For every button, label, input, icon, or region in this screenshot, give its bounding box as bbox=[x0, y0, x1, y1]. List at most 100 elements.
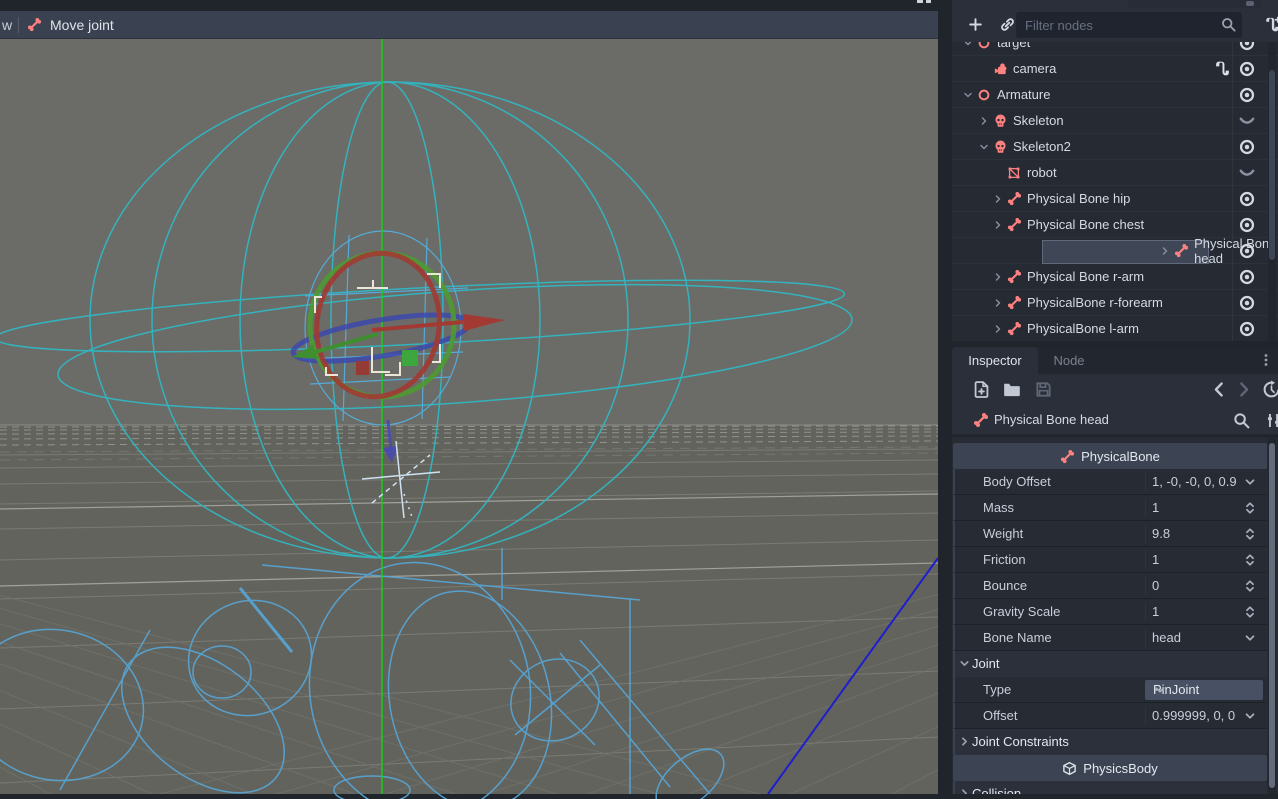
tree-row-armature[interactable]: Armature bbox=[952, 82, 1278, 108]
property-row-mass[interactable]: Mass 1 bbox=[953, 495, 1267, 521]
chevron-right-icon[interactable] bbox=[990, 269, 1006, 285]
joint-gizmo[interactable] bbox=[290, 244, 505, 407]
chevron-down-icon[interactable] bbox=[1243, 475, 1257, 489]
viewport-toolbar: w Move joint bbox=[0, 11, 938, 39]
bone-icon bbox=[27, 17, 42, 32]
bone-icon bbox=[1060, 449, 1075, 464]
property-row-joint-type[interactable]: Type PinJoint bbox=[953, 677, 1267, 703]
property-value[interactable]: 1 bbox=[1152, 604, 1159, 619]
visibility-eye-icon[interactable] bbox=[1238, 42, 1256, 52]
property-label: Offset bbox=[983, 708, 1017, 723]
instance-scene-button[interactable] bbox=[996, 13, 1018, 35]
property-row-bounce[interactable]: Bounce 0 bbox=[953, 573, 1267, 599]
property-row-weight[interactable]: Weight 9.8 bbox=[953, 521, 1267, 547]
chevron-right-icon[interactable] bbox=[990, 191, 1006, 207]
property-row-bone-name[interactable]: Bone Name head bbox=[953, 625, 1267, 651]
property-value[interactable]: 9.8 bbox=[1152, 526, 1170, 541]
history-back-icon[interactable] bbox=[1210, 380, 1229, 399]
tab-inspector[interactable]: Inspector bbox=[952, 347, 1038, 374]
tree-row-physicalbone-r-forearm[interactable]: PhysicalBone r-forearm bbox=[952, 290, 1278, 316]
scrollbar-thumb[interactable] bbox=[1269, 70, 1275, 260]
inspector-tools-icon[interactable] bbox=[1264, 411, 1278, 430]
tree-row-camera[interactable]: camera bbox=[952, 56, 1278, 82]
section-joint[interactable]: Joint bbox=[953, 651, 1267, 677]
spinbox-icon[interactable] bbox=[1243, 553, 1257, 567]
chevron-down-icon[interactable] bbox=[960, 87, 976, 103]
category-physicalbone[interactable]: PhysicalBone bbox=[953, 443, 1267, 469]
new-resource-icon[interactable] bbox=[972, 380, 991, 399]
object-history-icon[interactable] bbox=[1262, 380, 1278, 399]
tree-row-robot[interactable]: robot bbox=[952, 160, 1278, 186]
dock-menu-dots-icon[interactable] bbox=[1258, 352, 1274, 368]
tree-node-label: Physical Bone head bbox=[1194, 236, 1278, 266]
property-search-icon[interactable] bbox=[1232, 411, 1251, 430]
tree-row-physical-bone-r-arm[interactable]: Physical Bone r-arm bbox=[952, 264, 1278, 290]
tree-row-target[interactable]: target bbox=[952, 42, 1278, 56]
visibility-eye-icon[interactable] bbox=[1238, 138, 1256, 156]
property-row-joint-offset[interactable]: Offset 0.999999, 0, 0 bbox=[953, 703, 1267, 729]
visibility-closed-eye-icon[interactable] bbox=[1238, 112, 1256, 130]
tab-label: Inspector bbox=[968, 353, 1021, 368]
transform-mode-label: Move joint bbox=[50, 17, 114, 33]
joint-type-dropdown[interactable]: PinJoint bbox=[1145, 680, 1263, 700]
filter-nodes-input[interactable] bbox=[1016, 12, 1242, 38]
tree-row-physicalbone-l-arm[interactable]: PhysicalBone l-arm bbox=[952, 316, 1278, 341]
property-label: Type bbox=[983, 682, 1011, 697]
category-physicsbody[interactable]: PhysicsBody bbox=[953, 755, 1267, 781]
tree-row-skeleton[interactable]: Skeleton bbox=[952, 108, 1278, 134]
property-value[interactable]: 1 bbox=[1152, 500, 1159, 515]
visibility-closed-eye-icon[interactable] bbox=[1238, 164, 1256, 182]
property-row-gravity-scale[interactable]: Gravity Scale 1 bbox=[953, 599, 1267, 625]
visibility-eye-icon[interactable] bbox=[1238, 320, 1256, 338]
visibility-eye-icon[interactable] bbox=[1238, 190, 1256, 208]
visibility-eye-icon[interactable] bbox=[1238, 60, 1256, 78]
spinbox-icon[interactable] bbox=[1243, 605, 1257, 619]
property-value[interactable]: 1 bbox=[1152, 552, 1159, 567]
chevron-down-icon[interactable] bbox=[960, 42, 976, 51]
chevron-right-icon[interactable] bbox=[976, 113, 992, 129]
scrollbar-thumb[interactable] bbox=[1269, 443, 1275, 788]
spinbox-icon[interactable] bbox=[1243, 501, 1257, 515]
property-label: Mass bbox=[983, 500, 1014, 515]
tree-row-physical-bone-head-selected[interactable]: Physical Bone head bbox=[952, 238, 1278, 264]
visibility-eye-icon[interactable] bbox=[1238, 268, 1256, 286]
section-joint-constraints[interactable]: Joint Constraints bbox=[953, 729, 1267, 755]
add-node-button[interactable] bbox=[964, 13, 986, 35]
spinbox-icon[interactable] bbox=[1243, 579, 1257, 593]
scene-tree-scrollbar[interactable] bbox=[1268, 42, 1276, 341]
chevron-down-icon[interactable] bbox=[1243, 631, 1257, 645]
section-collision[interactable]: Collision bbox=[953, 781, 1267, 794]
save-resource-icon[interactable] bbox=[1034, 380, 1053, 399]
visibility-eye-icon[interactable] bbox=[1238, 242, 1256, 260]
tab-node[interactable]: Node bbox=[1040, 347, 1098, 374]
visibility-eye-icon[interactable] bbox=[1238, 86, 1256, 104]
tree-node-label: robot bbox=[1027, 165, 1057, 180]
tree-row-skeleton2[interactable]: Skeleton2 bbox=[952, 134, 1278, 160]
property-value[interactable]: 1, -0, -0, 0, 0.9 bbox=[1152, 474, 1237, 489]
load-resource-folder-icon[interactable] bbox=[1002, 380, 1021, 399]
property-value[interactable]: 0.999999, 0, 0 bbox=[1152, 708, 1235, 723]
history-forward-icon[interactable] bbox=[1234, 380, 1253, 399]
clipped-menu-label[interactable]: w bbox=[2, 17, 14, 33]
chevron-down-icon[interactable] bbox=[1243, 709, 1257, 723]
chevron-right-icon[interactable] bbox=[990, 321, 1006, 337]
script-icon[interactable] bbox=[1214, 60, 1231, 77]
property-row-body-offset[interactable]: Body Offset 1, -0, -0, 0, 0.9 bbox=[953, 469, 1267, 495]
spinbox-icon[interactable] bbox=[1243, 527, 1257, 541]
chevron-right-icon[interactable] bbox=[1157, 243, 1173, 259]
property-value[interactable]: head bbox=[1152, 630, 1181, 645]
tree-row-physical-bone-hip[interactable]: Physical Bone hip bbox=[952, 186, 1278, 212]
chevron-right-icon[interactable] bbox=[990, 217, 1006, 233]
skeleton-icon bbox=[992, 113, 1008, 129]
3d-viewport[interactable] bbox=[0, 39, 938, 794]
attach-script-button[interactable] bbox=[1262, 13, 1278, 35]
tree-row-physical-bone-chest[interactable]: Physical Bone chest bbox=[952, 212, 1278, 238]
cube-icon bbox=[1062, 761, 1077, 776]
visibility-eye-icon[interactable] bbox=[1238, 216, 1256, 234]
visibility-eye-icon[interactable] bbox=[1238, 294, 1256, 312]
chevron-right-icon[interactable] bbox=[990, 295, 1006, 311]
property-value[interactable]: 0 bbox=[1152, 578, 1159, 593]
inspector-scrollbar[interactable] bbox=[1268, 437, 1276, 794]
property-row-friction[interactable]: Friction 1 bbox=[953, 547, 1267, 573]
chevron-down-icon[interactable] bbox=[976, 139, 992, 155]
